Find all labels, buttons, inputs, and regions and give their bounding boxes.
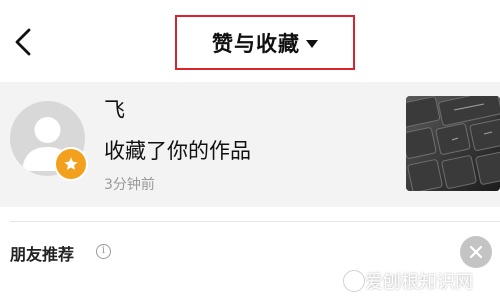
notification-item[interactable]: 飞 收藏了你的作品 3分钟前 <box>0 82 500 207</box>
chevron-left-icon <box>15 28 31 56</box>
top-bar: 赞与收藏 <box>0 0 500 82</box>
notification-action: 收藏了你的作品 <box>104 139 251 163</box>
watermark-logo <box>343 270 365 292</box>
notification-time: 3分钟前 <box>104 177 155 193</box>
title-dropdown[interactable]: 赞与收藏 <box>175 15 355 70</box>
work-thumbnail[interactable] <box>406 96 500 191</box>
dismiss-button[interactable] <box>460 236 492 268</box>
section-divider <box>10 221 500 222</box>
user-name[interactable]: 飞 <box>104 94 125 124</box>
page-title: 赞与收藏 <box>212 31 300 56</box>
star-icon <box>64 157 78 170</box>
friends-recommend-label: 朋友推荐 <box>10 245 75 264</box>
close-icon <box>469 245 483 259</box>
watermark-text: 爱刨根知识网 <box>365 272 473 293</box>
caret-down-icon <box>306 40 318 48</box>
info-icon[interactable]: i <box>96 244 111 259</box>
back-button[interactable] <box>8 22 38 62</box>
keyboard-photo <box>406 96 500 191</box>
favorite-badge <box>54 147 88 181</box>
